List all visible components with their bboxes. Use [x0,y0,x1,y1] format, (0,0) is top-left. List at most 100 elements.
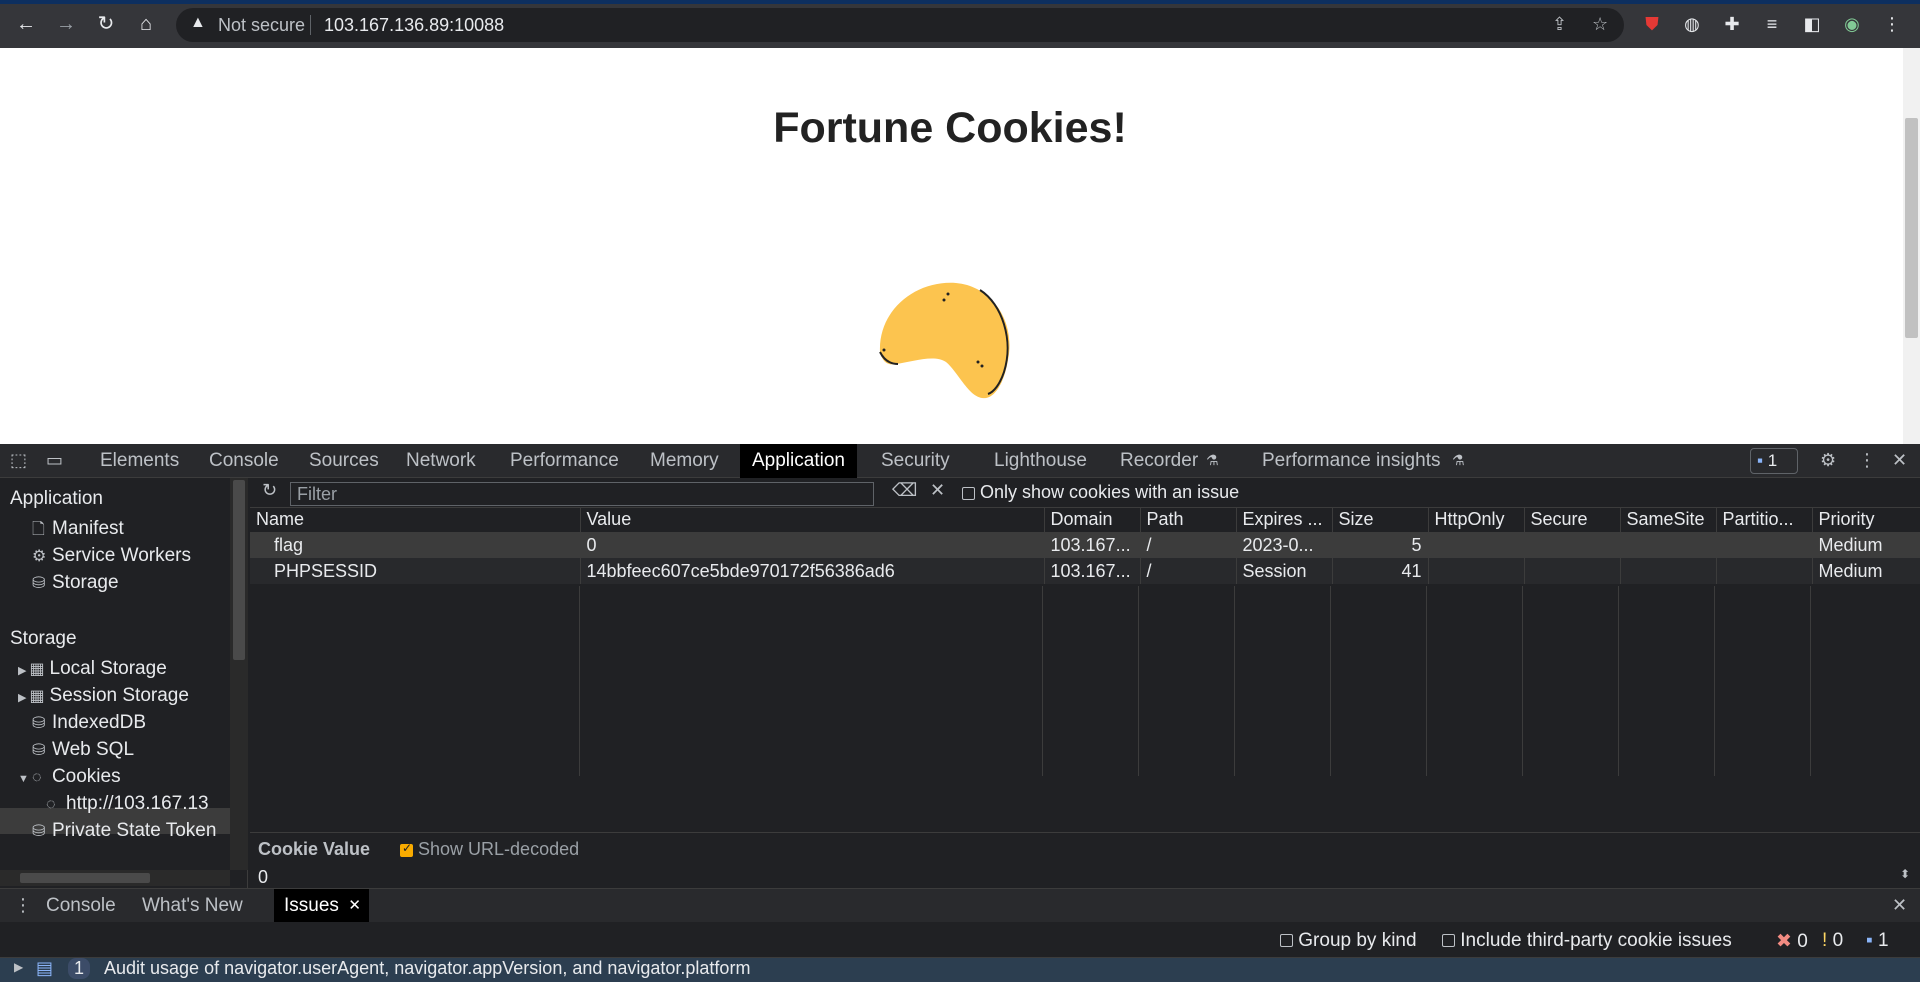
file-icon: 🗋 [32,521,45,538]
only-issue-checkbox[interactable] [962,486,975,500]
column-divider [1618,586,1619,776]
tab-memory[interactable]: Memory [638,444,731,478]
url-text[interactable]: 103.167.136.89:10088 [324,15,504,36]
extensions-icon[interactable]: ✚ [1720,12,1744,36]
col-size[interactable]: Size [1332,508,1429,533]
drawer-tab-bar: ⋮ Console What's New Issues ✕ ✕ [0,888,1920,923]
table-icon: ▦ [29,661,45,678]
expand-arrow-icon[interactable]: ▶ [18,692,30,704]
col-partition[interactable]: Partitio... [1716,508,1813,533]
bookmark-star-icon[interactable]: ☆ [1592,14,1608,35]
globe-icon[interactable]: ◍ [1680,12,1704,36]
tab-strip [0,0,1920,4]
share-icon[interactable]: ⇪ [1552,14,1567,35]
third-party-option[interactable]: Include third-party cookie issues [1442,930,1732,952]
expand-arrow-icon[interactable]: ▶ [18,665,30,677]
col-path[interactable]: Path [1140,508,1237,533]
sidebar-item-local-storage[interactable]: ▶ ▦ Local Storage [18,658,167,680]
sidebar-item-cookies[interactable]: ▼ ◌ Cookies [18,766,121,788]
tab-performance-insights[interactable]: Performance insights [1250,444,1452,478]
back-icon[interactable]: ← [12,10,40,38]
sidebar-item-storage[interactable]: ⛁ Storage [32,572,119,594]
cell-samesite [1620,532,1717,558]
col-name[interactable]: Name [250,508,581,533]
sidebar-scrollbar[interactable] [230,478,248,870]
media-icon[interactable]: ≡ [1760,12,1784,36]
group-by-kind-option[interactable]: Group by kind [1280,930,1417,952]
warning-icon: ▲ [190,14,206,31]
issue-item[interactable]: ▶ ▤ 1 Audit usage of navigator.userAgent… [0,958,1920,982]
drawer-tab-console[interactable]: Console [36,889,126,923]
more-options-icon[interactable]: ⋮ [1858,450,1876,471]
sidebar-hscroll-thumb[interactable] [20,873,150,883]
cookie-value-text[interactable]: 0 [258,867,268,888]
warning-count[interactable]: ! 0 [1822,930,1843,952]
collapse-arrow-icon[interactable]: ▼ [18,773,32,785]
col-httponly[interactable]: HttpOnly [1428,508,1525,533]
device-toolbar-icon[interactable]: ▭ [46,450,63,471]
tab-application[interactable]: Application [740,444,857,478]
issues-counter[interactable]: ▪ 1 [1750,448,1798,474]
sidebar-item-indexeddb[interactable]: ⛁ IndexedDB [32,712,146,734]
sidebar-item-cookie-origin[interactable]: ◌ http://103.167.13 [46,793,209,815]
tab-sources[interactable]: Sources [297,444,391,478]
page-scrollbar[interactable] [1903,48,1920,444]
delete-selected-icon[interactable]: ✕ [930,480,945,501]
sidebar-item-web-sql[interactable]: ⛁ Web SQL [32,739,134,761]
drawer-tab-whats-new[interactable]: What's New [132,889,253,923]
reload-icon[interactable]: ↻ [92,10,120,38]
address-bar[interactable]: ▲ Not secure 103.167.136.89:10088 ⇪ ☆ [176,8,1624,42]
tab-performance[interactable]: Performance [498,444,631,478]
drawer-menu-icon[interactable]: ⋮ [14,895,32,916]
inspect-element-icon[interactable]: ⬚ [10,450,27,471]
tab-console[interactable]: Console [197,444,291,478]
sidebar-hscrollbar[interactable] [0,870,230,886]
col-priority[interactable]: Priority [1812,508,1920,533]
error-count[interactable]: ✖ 0 [1776,930,1808,953]
not-secure-label: Not secure [218,15,306,35]
sidebar-item-manifest[interactable]: 🗋 Manifest [32,518,124,545]
table-row[interactable]: flag 0 103.167... / 2023-0... 5 Medium [250,532,1920,558]
tab-security[interactable]: Security [869,444,962,478]
settings-gear-icon[interactable]: ⚙ [1820,450,1836,471]
resize-stepper-icon[interactable]: ⬍ [1900,867,1910,881]
show-url-decoded-checkbox[interactable] [400,841,413,857]
tab-network[interactable]: Network [394,444,488,478]
column-divider [1810,586,1811,776]
profile-avatar-icon[interactable]: ◉ [1840,12,1864,36]
close-drawer-icon[interactable]: ✕ [1892,895,1907,916]
tab-recorder[interactable]: Recorder [1108,444,1210,478]
show-url-decoded-option[interactable]: Show URL-decoded [400,839,579,860]
col-samesite[interactable]: SameSite [1620,508,1717,533]
col-domain[interactable]: Domain [1044,508,1141,533]
sidebar-item-service-workers[interactable]: ⚙ Service Workers [32,545,191,567]
sidebar-scroll-thumb[interactable] [233,480,245,660]
issues-count: 1 [1767,451,1778,470]
sidebar-item-session-storage[interactable]: ▶ ▦ Session Storage [18,685,189,707]
tab-lighthouse[interactable]: Lighthouse [982,444,1099,478]
expand-arrow-icon[interactable]: ▶ [14,960,23,974]
info-count[interactable]: ▪ 1 [1866,930,1889,952]
forward-icon[interactable]: → [52,10,80,38]
col-secure[interactable]: Secure [1524,508,1621,533]
ublock-icon[interactable]: ⛊ [1640,12,1664,36]
cell-partition [1716,558,1813,584]
clear-all-icon[interactable]: ⌫ [892,480,917,501]
table-row[interactable]: PHPSESSID 14bbfeec607ce5bde970172f56386a… [250,558,1920,584]
close-devtools-icon[interactable]: ✕ [1892,450,1907,471]
col-value[interactable]: Value [580,508,1045,533]
refresh-icon[interactable]: ↻ [262,480,277,501]
only-issue-option[interactable]: Only show cookies with an issue [962,482,1239,503]
menu-icon[interactable]: ⋮ [1880,12,1904,36]
sidebar-item-private-state-token[interactable]: ⛁ Private State Token [32,820,216,842]
filter-input[interactable]: Filter [290,482,874,506]
tab-elements[interactable]: Elements [88,444,191,478]
close-tab-icon[interactable]: ✕ [348,889,361,923]
home-icon[interactable]: ⌂ [132,10,160,38]
group-by-kind-checkbox[interactable] [1280,934,1293,948]
drawer-tab-issues[interactable]: Issues ✕ [274,889,369,923]
col-expires[interactable]: Expires ... [1236,508,1333,533]
page-scroll-thumb[interactable] [1905,118,1918,338]
third-party-checkbox[interactable] [1442,934,1455,948]
side-panel-icon[interactable]: ◧ [1800,12,1824,36]
